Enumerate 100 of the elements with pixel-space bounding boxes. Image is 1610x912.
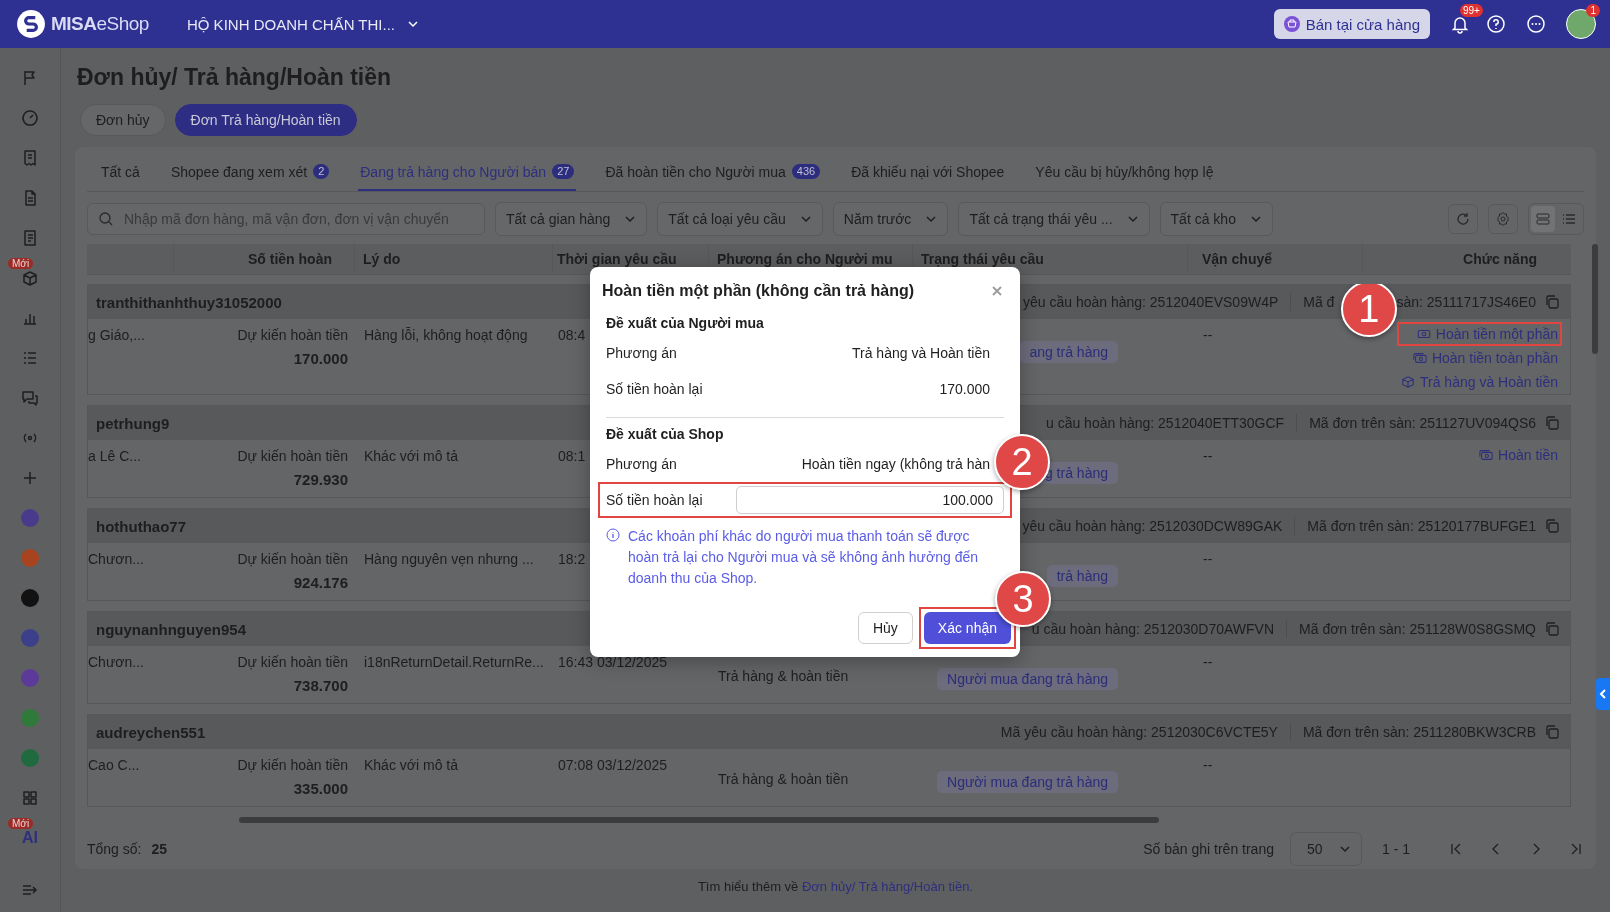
filter-dropdown[interactable]: Năm trước bbox=[832, 202, 949, 236]
dialog-title: Hoàn tiền một phần (không cần trả hàng) bbox=[602, 282, 914, 300]
request-time: 07:08 03/12/2025 bbox=[558, 757, 667, 773]
refresh-icon bbox=[1455, 211, 1471, 227]
caret-icon bbox=[407, 18, 420, 30]
shipping-value: -- bbox=[1203, 551, 1213, 567]
filter-dropdown[interactable]: Tất cả trạng thái yêu ... bbox=[958, 202, 1150, 236]
refund-amount: 738.700 bbox=[293, 677, 348, 694]
refund-label: Dự kiến hoàn tiền bbox=[237, 327, 348, 343]
page-size-label: Số bản ghi trên trang bbox=[1143, 841, 1274, 857]
storefront-icon bbox=[1283, 16, 1300, 32]
shipping-value: -- bbox=[1203, 654, 1213, 670]
field-value: Trả hàng và Hoàn tiền bbox=[852, 345, 991, 361]
return-request-code: yêu cầu hoàn hàng: 2512040EVS09W4P bbox=[1022, 294, 1279, 310]
app-icon[interactable] bbox=[20, 668, 40, 688]
total-count: 25 bbox=[151, 841, 168, 857]
status-tab[interactable]: Đã hoàn tiền cho Người mua 436 bbox=[603, 164, 823, 191]
side-panel-tab[interactable] bbox=[1596, 678, 1610, 710]
column-header: Trạng thái yêu cầu bbox=[921, 251, 1044, 267]
info-note: Các khoản phí khác do người mua thanh toán sẽ được hoàn trả lại cho Người mua và sẽ không ảnh hưởng đến doanh thu của Shop. bbox=[628, 527, 979, 588]
info-icon bbox=[606, 528, 620, 542]
copy-icon[interactable] bbox=[1544, 415, 1560, 431]
grid-icon[interactable] bbox=[20, 788, 40, 808]
caret-icon bbox=[624, 213, 637, 225]
status-tab[interactable]: Shopee đang xem xét 2 bbox=[168, 164, 332, 191]
buyer-option: Trả hàng & hoàn tiền bbox=[718, 771, 849, 787]
step-marker: 1 bbox=[1340, 284, 1397, 337]
page-title: Đơn hủy/ Trả hàng/Hoàn tiền bbox=[77, 63, 393, 92]
app-icon[interactable] bbox=[20, 628, 40, 648]
caret-icon bbox=[1249, 213, 1262, 225]
bell-icon[interactable] bbox=[1450, 14, 1470, 34]
list-view-icon bbox=[1561, 211, 1577, 227]
segment-button[interactable]: Đơn Trả hàng/Hoàn tiền bbox=[174, 104, 357, 136]
app-icon[interactable] bbox=[20, 508, 40, 528]
return-reason: Khác với mô tả bbox=[364, 757, 458, 773]
status-badge: Người mua đang trả hàng bbox=[937, 771, 1118, 793]
buyer-username: nguynanhnguyen954 bbox=[96, 620, 247, 638]
cash-icon bbox=[1416, 327, 1431, 341]
copy-icon[interactable] bbox=[1544, 518, 1560, 534]
customer-name: Chươn... bbox=[88, 654, 144, 670]
sell-in-store-button[interactable]: Bán tại cửa hàng bbox=[1273, 9, 1430, 39]
store-selector[interactable]: HỘ KINH DOANH CHẤN THI... bbox=[186, 15, 420, 33]
marketplace-order-code: Mã đ bbox=[1303, 294, 1335, 310]
app-icon[interactable] bbox=[20, 588, 40, 608]
status-badge: trả hàng bbox=[1046, 565, 1118, 587]
copy-icon[interactable] bbox=[1544, 621, 1560, 637]
new-badge: Mới bbox=[8, 818, 34, 829]
return-reason: Hàng nguyên vẹn nhưng ... bbox=[364, 551, 534, 567]
scrollbar-thumb[interactable] bbox=[239, 817, 1159, 823]
close-icon[interactable] bbox=[990, 284, 1004, 298]
filter-dropdown[interactable]: Tất cả gian hàng bbox=[495, 202, 648, 236]
column-header: Phương án cho Người mu bbox=[717, 251, 893, 267]
return-request-code: yêu cầu hoàn hàng: 2512030DCW89GAK bbox=[1022, 518, 1283, 534]
search-icon bbox=[98, 211, 114, 227]
marketplace-order-code: Mã đơn trên sàn: 251127UV094QS6 bbox=[1309, 415, 1536, 431]
more-icon[interactable] bbox=[1526, 14, 1546, 34]
customer-name: Cao C... bbox=[88, 757, 140, 773]
confirm-button[interactable]: Xác nhận bbox=[923, 612, 1011, 644]
status-tab[interactable]: Yêu cầu bị hủy/không hợp lệ bbox=[1033, 164, 1216, 191]
filter-dropdown[interactable]: Tất cả loại yêu cầu bbox=[657, 202, 823, 236]
caret-icon bbox=[1339, 843, 1351, 855]
return-request-code: u cầu hoàn hàng: 2512040ETT30GCF bbox=[1046, 415, 1285, 431]
status-tab[interactable]: Đã khiếu nại với Shopee bbox=[849, 164, 1007, 191]
segment-button[interactable]: Đơn hủy bbox=[80, 104, 166, 136]
return-reason: i18nReturnDetail.ReturnRe... bbox=[364, 654, 544, 670]
return-request-code: Mã yêu cầu hoàn hàng: 2512030C6VCTE5Y bbox=[1000, 724, 1278, 740]
copy-icon[interactable] bbox=[1544, 724, 1560, 740]
help-icon[interactable] bbox=[1486, 14, 1506, 34]
request-time: 08:1 bbox=[558, 448, 586, 464]
page-size-select[interactable]: 50 bbox=[1290, 832, 1362, 866]
field-label: Phương án bbox=[606, 345, 677, 361]
avatar-badge: 1 bbox=[1586, 4, 1600, 17]
return-reason: Hàng lỗi, không hoạt động bbox=[364, 327, 528, 343]
caret-icon bbox=[925, 213, 938, 225]
filter-dropdown[interactable]: Tất cả kho bbox=[1159, 202, 1273, 236]
settings-icon bbox=[1495, 211, 1511, 227]
chat-icon[interactable] bbox=[20, 388, 40, 408]
box-icon[interactable] bbox=[20, 268, 40, 288]
page-range: 1 - 1 bbox=[1382, 841, 1410, 857]
request-time: 16:43 03/12/2025 bbox=[558, 654, 667, 670]
copy-icon[interactable] bbox=[1544, 294, 1560, 310]
gauge-icon[interactable] bbox=[20, 108, 40, 128]
box-icon bbox=[1401, 375, 1415, 389]
settings-button[interactable] bbox=[1488, 204, 1518, 234]
refund-label: Dự kiến hoàn tiền bbox=[237, 551, 348, 567]
scrollbar-thumb[interactable] bbox=[1592, 244, 1598, 354]
card-view-button[interactable] bbox=[1531, 206, 1555, 232]
refund-amount-input[interactable]: 100.000 bbox=[736, 486, 1004, 514]
brand-name: MISAeShop bbox=[51, 13, 149, 35]
caret-icon bbox=[799, 213, 812, 225]
refresh-button[interactable] bbox=[1448, 204, 1478, 234]
status-tab[interactable]: Tất cả bbox=[99, 164, 142, 191]
new-badge: Mới bbox=[8, 258, 34, 269]
cancel-button[interactable]: Hủy bbox=[857, 612, 913, 644]
refund-label: Dự kiến hoàn tiền bbox=[237, 448, 348, 464]
marketplace-order-code: Mã đơn trên sàn: 25120177BUFGE1 bbox=[1307, 518, 1536, 534]
shipping-value: -- bbox=[1203, 757, 1213, 773]
logo-icon bbox=[16, 9, 46, 39]
field-value: 170.000 bbox=[939, 381, 991, 397]
cash-stack-icon bbox=[1479, 448, 1494, 462]
